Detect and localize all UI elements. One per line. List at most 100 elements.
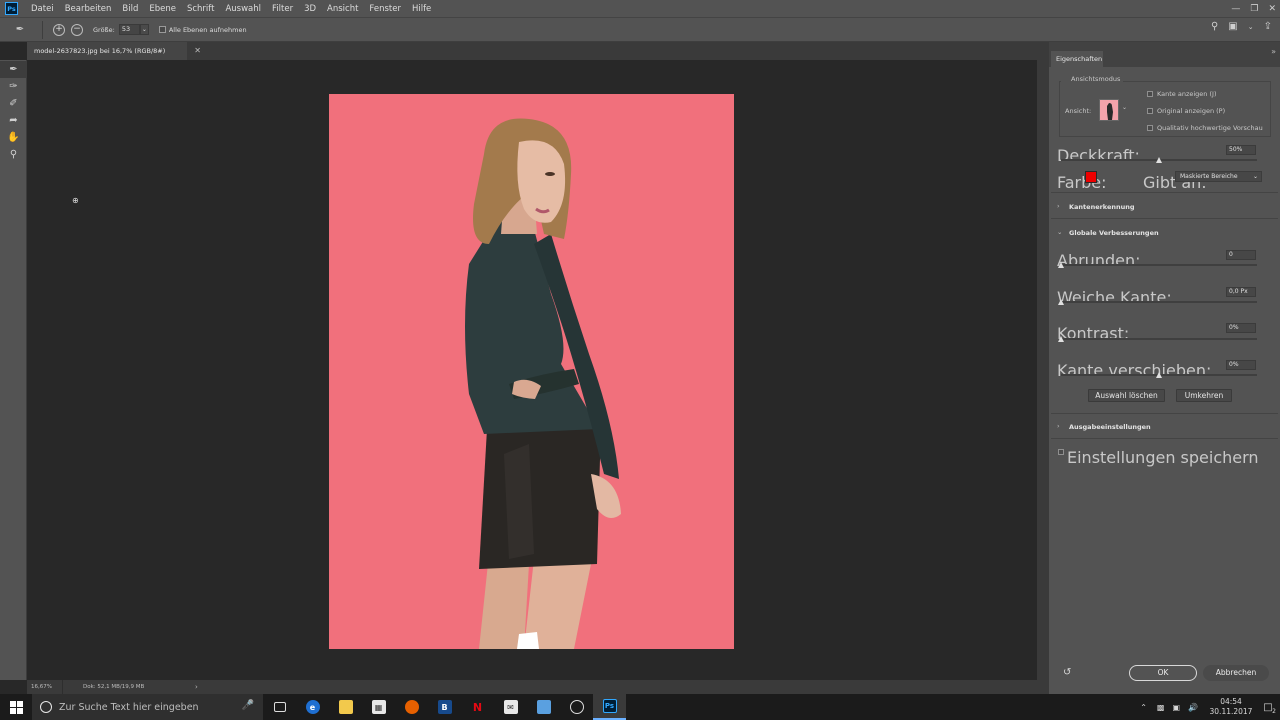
output-settings-section[interactable]: Ausgabeeinstellungen xyxy=(1069,423,1151,431)
document-image[interactable] xyxy=(329,94,734,649)
document-tab[interactable]: model-2637823.jpg bei 16,7% (RGB/8#) ✕ xyxy=(27,42,201,60)
global-refinements-section[interactable]: Globale Verbesserungen xyxy=(1069,229,1159,237)
photoshop-taskbar-icon[interactable]: Ps xyxy=(593,694,626,720)
subtract-from-selection-icon[interactable]: − xyxy=(71,23,83,36)
minimize-icon[interactable]: — xyxy=(1231,4,1240,14)
menu-auswahl[interactable]: Auswahl xyxy=(220,4,267,14)
edge-detection-section[interactable]: Kantenerkennung xyxy=(1069,203,1135,211)
chevron-down-icon[interactable]: ⌄ xyxy=(1248,23,1254,31)
taskbar-search[interactable]: Zur Suche Text hier eingeben 🎤 xyxy=(32,694,263,720)
indicates-select[interactable]: Maskierte Bereiche ⌄ xyxy=(1175,171,1262,182)
hq-preview-checkbox[interactable] xyxy=(1147,125,1153,131)
sample-all-layers-checkbox[interactable] xyxy=(158,26,166,33)
windows-start-icon[interactable] xyxy=(0,694,32,720)
document-tabs: model-2637823.jpg bei 16,7% (RGB/8#) ✕ xyxy=(27,42,1037,60)
contrast-label: Kontrast: xyxy=(1057,324,1130,343)
close-icon[interactable]: ✕ xyxy=(1268,4,1276,14)
color-label: Farbe: xyxy=(1057,173,1107,192)
feather-slider-track[interactable] xyxy=(1061,301,1257,303)
chevron-right-icon[interactable]: › xyxy=(195,683,198,691)
menu-bearbeiten[interactable]: Bearbeiten xyxy=(60,4,118,14)
battery-icon[interactable]: ▣ xyxy=(1172,703,1180,712)
chevron-down-icon[interactable]: ⌄ xyxy=(139,24,149,35)
canvas-area[interactable]: ⊕ xyxy=(27,60,1037,680)
shift-edge-slider-handle[interactable] xyxy=(1155,372,1162,378)
menu-bar: Ps Datei Bearbeiten Bild Ebene Schrift A… xyxy=(0,0,1280,17)
restore-icon[interactable]: ❐ xyxy=(1250,4,1258,14)
task-view-icon[interactable] xyxy=(263,694,296,720)
shift-edge-input[interactable]: 0% xyxy=(1226,360,1256,370)
opacity-slider-handle[interactable] xyxy=(1155,157,1162,163)
opacity-input[interactable]: 50% xyxy=(1226,145,1256,155)
mail-icon[interactable]: ✉ xyxy=(494,694,527,720)
share-icon[interactable]: ⇪ xyxy=(1264,21,1272,32)
smooth-label: Abrunden: xyxy=(1057,251,1141,270)
feather-label: Weiche Kante: xyxy=(1057,288,1172,307)
chevron-down-icon: ⌄ xyxy=(1252,173,1258,180)
menu-schrift[interactable]: Schrift xyxy=(182,4,221,14)
speaker-icon[interactable]: 🔊 xyxy=(1188,703,1198,712)
reset-icon[interactable]: ↺ xyxy=(1063,667,1071,678)
add-to-selection-icon[interactable]: + xyxy=(53,23,65,36)
smooth-input[interactable]: 0 xyxy=(1226,250,1256,260)
properties-tab[interactable]: Eigenschaften xyxy=(1051,51,1103,67)
contrast-slider-track[interactable] xyxy=(1061,338,1257,340)
clock[interactable]: 04:54 30.11.2017 xyxy=(1206,697,1256,717)
invert-button[interactable]: Umkehren xyxy=(1176,389,1232,402)
size-label: Größe: xyxy=(93,25,115,34)
action-center-icon[interactable]: □ 2 xyxy=(1256,702,1280,715)
ok-button[interactable]: OK xyxy=(1129,665,1197,681)
view-mode-thumbnail[interactable] xyxy=(1099,99,1119,121)
zoom-level[interactable]: 16,67% xyxy=(27,680,63,694)
chevron-right-icon[interactable]: › xyxy=(1057,422,1060,430)
gallery-app-icon[interactable] xyxy=(560,694,593,720)
workspace-icon[interactable]: ▣ xyxy=(1228,21,1237,32)
menu-ansicht[interactable]: Ansicht xyxy=(322,4,364,14)
menu-bild[interactable]: Bild xyxy=(117,4,144,14)
brush-cursor-icon: ⊕ xyxy=(72,196,79,205)
thumbnail-figure-icon xyxy=(1100,100,1118,120)
menu-hilfe[interactable]: Hilfe xyxy=(407,4,437,14)
show-original-checkbox[interactable] xyxy=(1147,108,1153,114)
b-app-icon[interactable]: B xyxy=(428,694,461,720)
netflix-icon[interactable]: N xyxy=(461,694,494,720)
microphone-icon[interactable]: 🎤 xyxy=(242,700,254,711)
menu-3d[interactable]: 3D xyxy=(299,4,322,14)
smooth-slider-handle[interactable] xyxy=(1057,262,1064,268)
chevron-up-icon[interactable]: ⌃ xyxy=(1140,703,1147,712)
feather-slider-handle[interactable] xyxy=(1057,299,1064,305)
chevron-right-icon[interactable]: › xyxy=(1057,202,1060,210)
menu-ebene[interactable]: Ebene xyxy=(144,4,182,14)
firefox-icon[interactable] xyxy=(395,694,428,720)
store-icon[interactable]: ▦ xyxy=(362,694,395,720)
collapse-panel-icon[interactable]: » xyxy=(1271,47,1276,56)
file-explorer-icon[interactable] xyxy=(329,694,362,720)
menu-datei[interactable]: Datei xyxy=(26,4,60,14)
hand-tool-icon[interactable]: ✋ xyxy=(0,129,27,146)
network-icon[interactable]: ▩ xyxy=(1157,703,1165,712)
search-icon[interactable]: ⚲ xyxy=(1211,21,1218,32)
chevron-down-icon[interactable]: ⌄ xyxy=(1122,104,1127,111)
overlay-color-swatch[interactable] xyxy=(1085,171,1097,183)
smooth-slider-track[interactable] xyxy=(1061,264,1257,266)
contrast-slider-handle[interactable] xyxy=(1057,336,1064,342)
show-edge-checkbox[interactable] xyxy=(1147,91,1153,97)
brush-tool-icon[interactable]: ✐ xyxy=(0,95,27,112)
menu-filter[interactable]: Filter xyxy=(267,4,299,14)
quick-selection-tool-icon[interactable]: ✒ xyxy=(0,61,27,78)
photos-icon[interactable] xyxy=(527,694,560,720)
close-tab-icon[interactable]: ✕ xyxy=(194,46,201,55)
chevron-down-icon[interactable]: ⌄ xyxy=(1057,228,1062,236)
edge-browser-icon[interactable]: e xyxy=(296,694,329,720)
size-input[interactable]: 53 xyxy=(118,24,140,35)
feather-input[interactable]: 0,0 Px xyxy=(1226,287,1256,297)
menu-fenster[interactable]: Fenster xyxy=(364,4,407,14)
remember-settings-checkbox[interactable] xyxy=(1058,449,1064,455)
zoom-tool-icon[interactable]: ⚲ xyxy=(0,146,27,163)
brush-preset-icon[interactable]: ✒ xyxy=(11,22,29,38)
refine-edge-brush-icon[interactable]: ✑ xyxy=(0,78,27,95)
cancel-button[interactable]: Abbrechen xyxy=(1203,665,1269,681)
clear-selection-button[interactable]: Auswahl löschen xyxy=(1088,389,1165,402)
lasso-tool-icon[interactable]: ➦ xyxy=(0,112,27,129)
contrast-input[interactable]: 0% xyxy=(1226,323,1256,333)
